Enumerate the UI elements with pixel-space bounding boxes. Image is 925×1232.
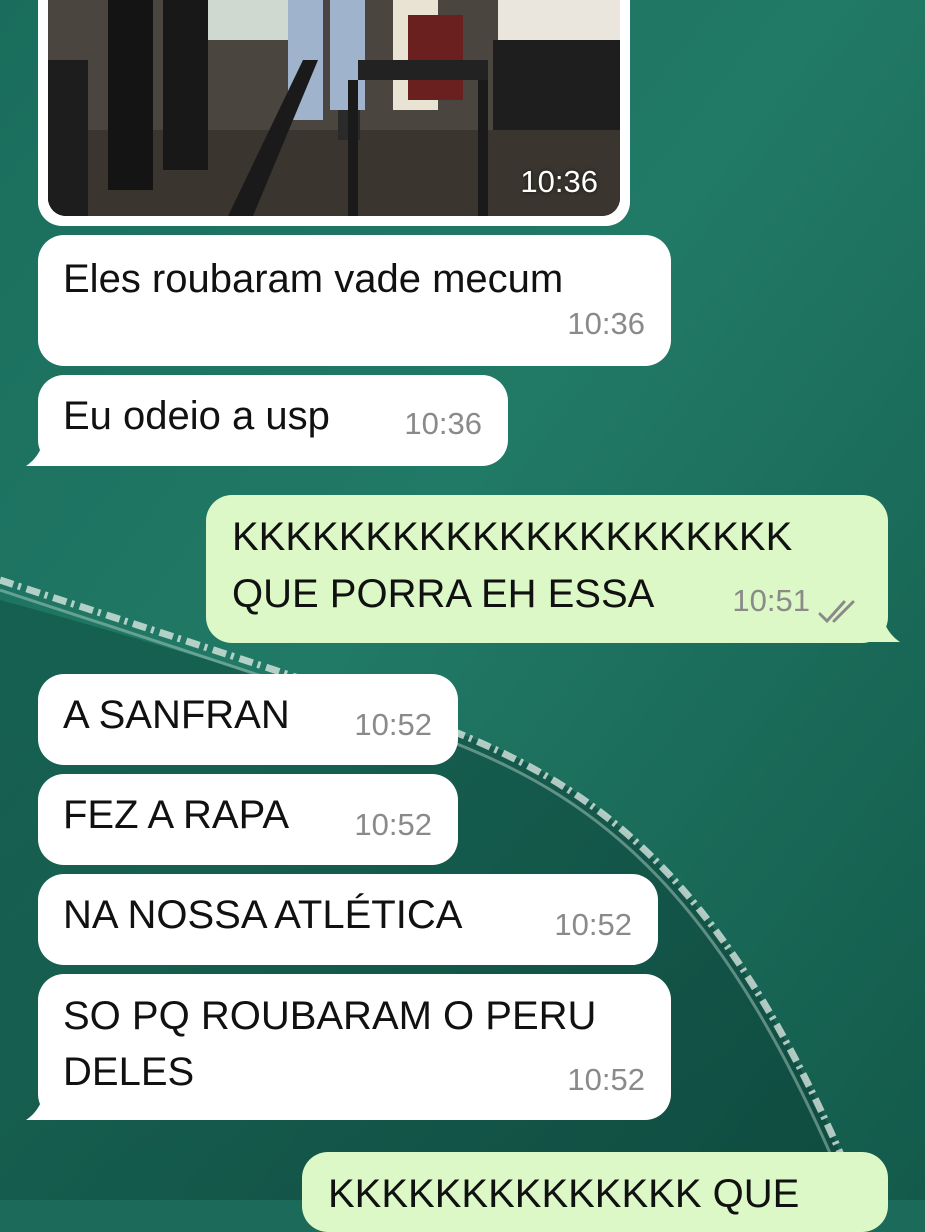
outgoing-message[interactable]: KKKKKKKKKKKKKK QUE [302, 1152, 888, 1232]
message-timestamp: 10:52 [354, 707, 432, 742]
outgoing-message[interactable]: KKKKKKKKKKKKKKKKKKKKK QUE PORRA EH ESSA … [206, 495, 888, 643]
photo-message[interactable]: 10:36 [38, 0, 630, 226]
photo-timestamp: 10:36 [520, 164, 598, 199]
message-text: Eles roubaram vade mecum [63, 257, 564, 301]
incoming-message[interactable]: NA NOSSA ATLÉTICA 10:52 [38, 874, 658, 965]
double-check-icon [818, 600, 855, 624]
message-timestamp: 10:51 [732, 583, 810, 618]
message-text-line: DELES [63, 1050, 195, 1094]
incoming-message[interactable]: FEZ A RAPA 10:52 [38, 774, 458, 865]
message-timestamp: 10:52 [554, 907, 632, 942]
incoming-message[interactable]: SO PQ ROUBARAM O PERU DELES 10:52 [38, 974, 671, 1120]
message-text: NA NOSSA ATLÉTICA [63, 893, 463, 937]
message-timestamp: 10:52 [354, 807, 432, 842]
message-timestamp: 10:36 [567, 306, 645, 341]
incoming-message[interactable]: Eles roubaram vade mecum 10:36 [38, 235, 671, 366]
message-text: FEZ A RAPA [63, 793, 289, 837]
message-timestamp: 10:36 [404, 406, 482, 441]
message-text-line: KKKKKKKKKKKKKKKKKKKKK [232, 515, 793, 559]
message-text: KKKKKKKKKKKKKK QUE [328, 1172, 800, 1216]
message-text-line: SO PQ ROUBARAM O PERU [63, 994, 597, 1038]
incoming-message[interactable]: A SANFRAN 10:52 [38, 674, 458, 765]
message-text: A SANFRAN [63, 693, 290, 737]
message-timestamp: 10:52 [567, 1062, 645, 1097]
photo-attachment[interactable]: 10:36 [48, 0, 620, 216]
message-text: Eu odeio a usp [63, 394, 330, 438]
incoming-message[interactable]: Eu odeio a usp 10:36 [38, 375, 508, 466]
message-text-line: QUE PORRA EH ESSA [232, 572, 655, 616]
